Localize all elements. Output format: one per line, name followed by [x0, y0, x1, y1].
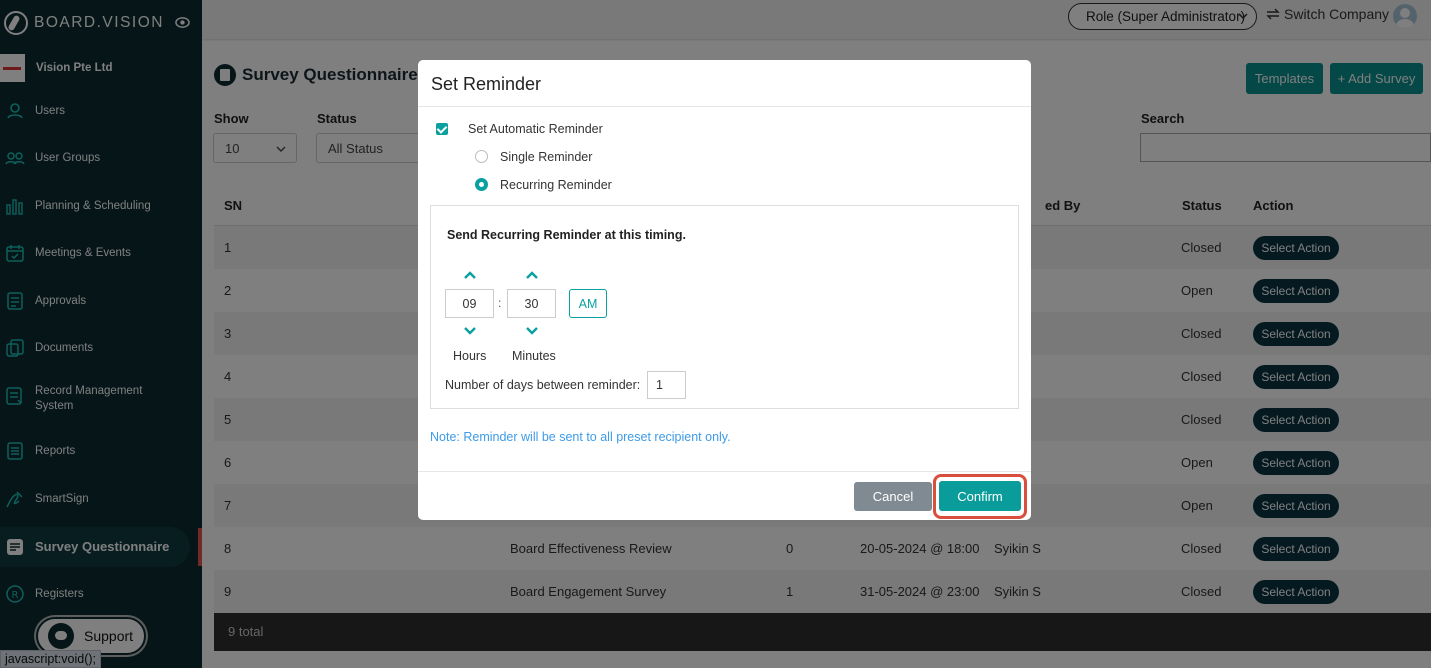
- recurring-timing-panel: Send Recurring Reminder at this timing. …: [430, 205, 1019, 409]
- auto-reminder-label: Set Automatic Reminder: [468, 122, 603, 136]
- hours-up-icon[interactable]: [463, 270, 477, 280]
- hours-input[interactable]: 09: [445, 289, 494, 318]
- minutes-label: Minutes: [512, 349, 556, 363]
- cancel-button[interactable]: Cancel: [854, 482, 932, 511]
- single-reminder-radio[interactable]: [475, 150, 488, 163]
- recurring-reminder-radio[interactable]: [475, 178, 488, 191]
- modal-title: Set Reminder: [431, 74, 542, 94]
- auto-reminder-checkbox[interactable]: [436, 123, 448, 135]
- minutes-up-icon[interactable]: [525, 270, 539, 280]
- modal-footer: Cancel Confirm: [418, 471, 1031, 520]
- recurring-reminder-label: Recurring Reminder: [500, 178, 612, 192]
- recurring-timing-title: Send Recurring Reminder at this timing.: [447, 228, 686, 242]
- reminder-note: Note: Reminder will be sent to all prese…: [430, 430, 731, 444]
- time-separator: :: [498, 296, 502, 310]
- days-between-label: Number of days between reminder:: [445, 378, 641, 392]
- confirm-button[interactable]: Confirm: [939, 481, 1021, 511]
- minutes-input[interactable]: 30: [507, 289, 556, 318]
- minutes-down-icon[interactable]: [525, 326, 539, 336]
- days-between-input[interactable]: 1: [647, 371, 686, 399]
- single-reminder-label: Single Reminder: [500, 150, 593, 164]
- hours-label: Hours: [453, 349, 487, 363]
- set-reminder-modal: Set Reminder Set Automatic Reminder Sing…: [418, 60, 1031, 520]
- modal-header: Set Reminder: [418, 60, 1031, 107]
- ampm-toggle[interactable]: AM: [569, 289, 607, 318]
- hours-down-icon[interactable]: [463, 326, 477, 336]
